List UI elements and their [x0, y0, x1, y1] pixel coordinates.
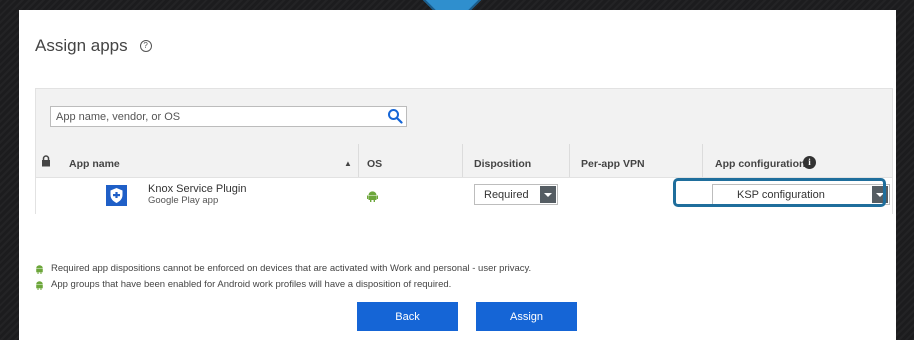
- note-text: App groups that have been enabled for An…: [51, 279, 452, 290]
- col-app-name[interactable]: App name: [69, 158, 120, 170]
- col-disposition[interactable]: Disposition: [474, 158, 531, 170]
- app-source: Google Play app: [148, 195, 219, 206]
- search-box: [50, 106, 407, 127]
- column-divider: [569, 144, 570, 177]
- info-icon[interactable]: i: [803, 156, 816, 169]
- column-divider: [358, 144, 359, 177]
- note-item: App groups that have been enabled for An…: [35, 279, 451, 290]
- disposition-select[interactable]: Required: [474, 184, 558, 205]
- assign-apps-panel: Assign apps ? App name ▲ OS Disposition …: [19, 10, 896, 340]
- back-button[interactable]: Back: [357, 302, 458, 331]
- android-icon: [36, 280, 43, 290]
- assign-button[interactable]: Assign: [476, 302, 577, 331]
- column-divider: [462, 144, 463, 177]
- column-divider: [702, 144, 703, 177]
- android-icon: [36, 264, 43, 274]
- note-item: Required app dispositions cannot be enfo…: [35, 263, 531, 274]
- col-os[interactable]: OS: [367, 158, 382, 170]
- app-name[interactable]: Knox Service Plugin: [148, 183, 246, 195]
- lock-icon: [42, 155, 50, 167]
- disposition-value: Required: [484, 189, 529, 201]
- note-text: Required app dispositions cannot be enfo…: [51, 263, 532, 274]
- search-icon[interactable]: [387, 108, 403, 124]
- sort-ascending-icon[interactable]: ▲: [344, 159, 352, 168]
- help-icon[interactable]: ?: [139, 40, 152, 52]
- chevron-down-icon[interactable]: [540, 186, 556, 203]
- search-input[interactable]: [51, 107, 376, 127]
- knox-plugin-app-icon: [106, 185, 127, 206]
- page-title: Assign apps: [35, 36, 128, 55]
- app-configuration-highlight: [673, 178, 886, 207]
- android-icon: [367, 191, 378, 202]
- title-row: Assign apps ?: [35, 36, 152, 56]
- col-per-app-vpn[interactable]: Per-app VPN: [581, 158, 645, 170]
- col-app-configuration[interactable]: App configuration: [715, 158, 805, 170]
- table-header: App name ▲ OS Disposition Per-app VPN Ap…: [36, 149, 892, 177]
